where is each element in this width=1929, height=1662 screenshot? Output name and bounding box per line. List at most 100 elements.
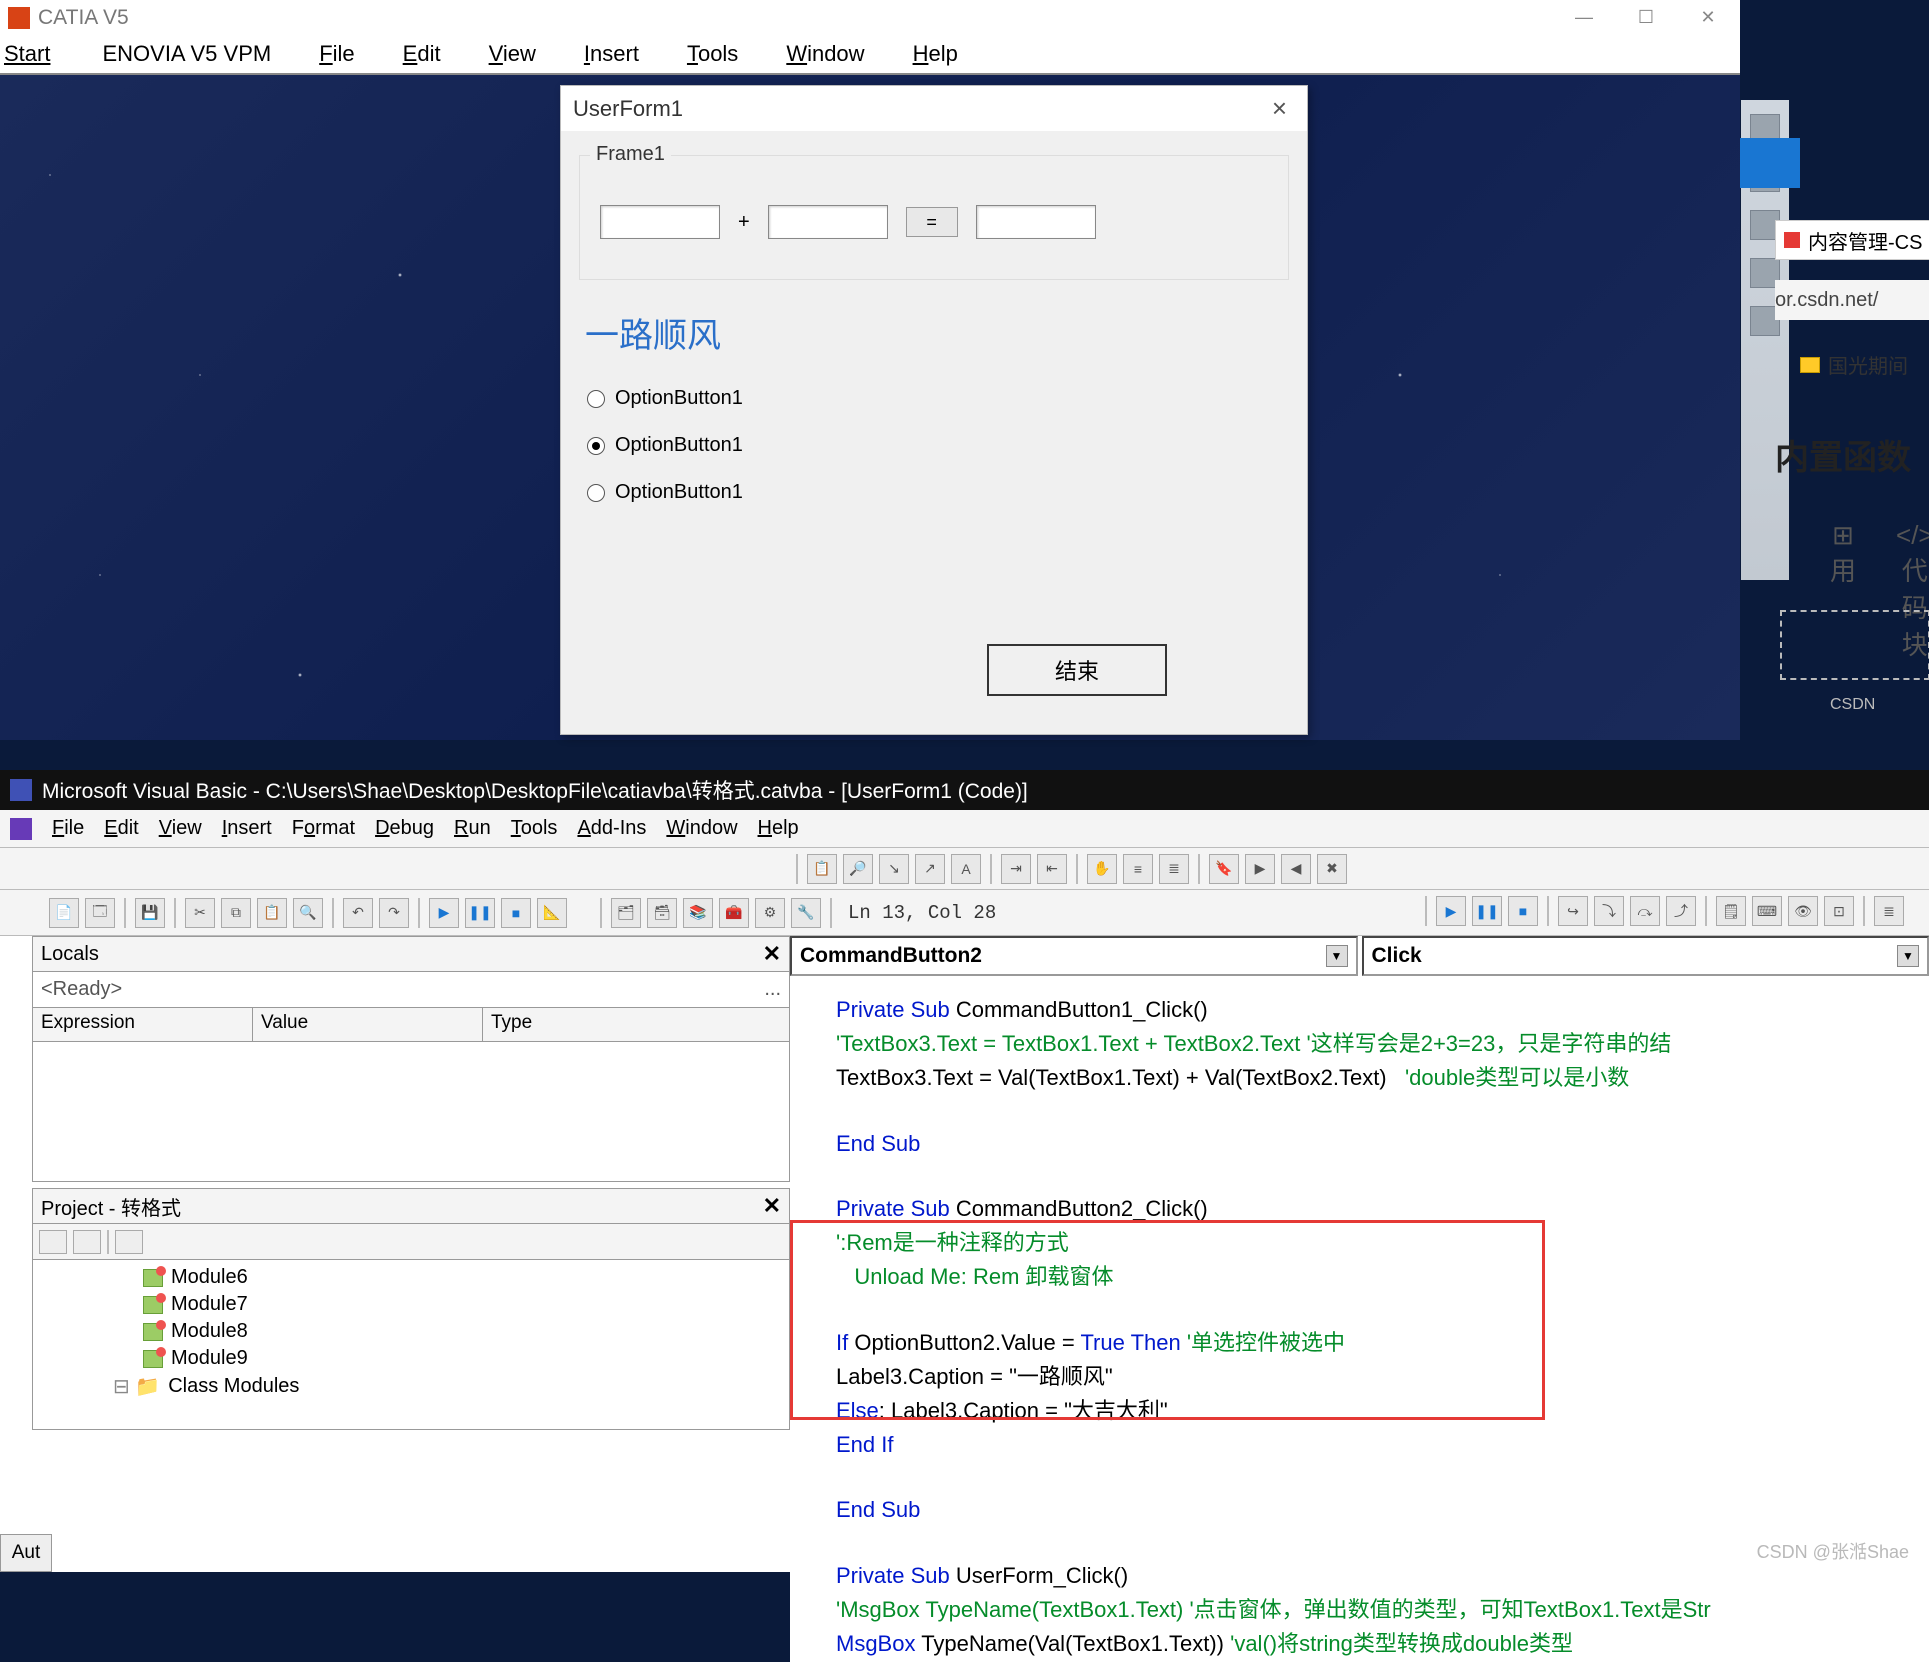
close-icon[interactable]: ×: [1264, 93, 1295, 124]
radio-icon[interactable]: [587, 484, 605, 502]
chevron-down-icon[interactable]: ▼: [1326, 945, 1348, 967]
stop-icon[interactable]: ■: [501, 898, 531, 928]
menu-view[interactable]: View: [465, 41, 560, 67]
radio-icon[interactable]: [587, 437, 605, 455]
project-explorer-icon[interactable]: 🗂: [611, 898, 641, 928]
object-browser-icon[interactable]: 📚: [683, 898, 713, 928]
optionbutton3-row[interactable]: OptionButton1: [579, 469, 1289, 516]
tool-icon[interactable]: ↪: [1558, 896, 1588, 926]
view-code-icon[interactable]: 📄: [49, 898, 79, 928]
view-code-icon[interactable]: [39, 1230, 67, 1254]
userform-titlebar[interactable]: UserForm1 ×: [561, 86, 1307, 131]
textbox3[interactable]: [976, 205, 1096, 239]
menu-file[interactable]: File: [295, 41, 378, 67]
vb-menu-tools[interactable]: Tools: [501, 817, 568, 840]
tree-module[interactable]: Module7: [33, 1291, 789, 1318]
close-button[interactable]: ✕: [1677, 0, 1739, 35]
tree-module[interactable]: Module8: [33, 1318, 789, 1345]
prev-bookmark-icon[interactable]: ◀: [1281, 854, 1311, 884]
close-icon[interactable]: ✕: [763, 1193, 781, 1219]
cut-icon[interactable]: ✂: [185, 898, 215, 928]
col-value[interactable]: Value: [253, 1008, 483, 1041]
ellipsis-button[interactable]: ...: [764, 978, 781, 1001]
tool-icon[interactable]: 🔧: [791, 898, 821, 928]
menu-start[interactable]: Start: [4, 41, 78, 67]
equals-button[interactable]: =: [906, 207, 958, 237]
vb-menu-file[interactable]: File: [42, 817, 94, 840]
menu-tools[interactable]: Tools: [663, 41, 762, 67]
menu-window[interactable]: Window: [762, 41, 888, 67]
chevron-down-icon[interactable]: ▼: [1897, 945, 1919, 967]
tree-module[interactable]: Module9: [33, 1345, 789, 1372]
outdent-icon[interactable]: ⇤: [1037, 854, 1067, 884]
watch-icon[interactable]: 👁: [1788, 896, 1818, 926]
vb-menu-insert[interactable]: Insert: [212, 817, 282, 840]
quick-watch-icon[interactable]: ⊡: [1824, 896, 1854, 926]
uncomment-icon[interactable]: ≣: [1159, 854, 1189, 884]
clear-bookmark-icon[interactable]: ✖: [1317, 854, 1347, 884]
list-properties-icon[interactable]: 📋: [807, 854, 837, 884]
vb-titlebar[interactable]: Microsoft Visual Basic - C:\Users\Shae\D…: [0, 770, 1929, 810]
save-icon[interactable]: 💾: [135, 898, 165, 928]
toolbox-icon[interactable]: 🧰: [719, 898, 749, 928]
locals-context[interactable]: <Ready> ...: [32, 972, 790, 1008]
design-mode-icon[interactable]: 📐: [537, 898, 567, 928]
step-over-icon[interactable]: ⤼: [1630, 896, 1660, 926]
menu-edit[interactable]: Edit: [379, 41, 465, 67]
properties-icon[interactable]: 🗃: [647, 898, 677, 928]
pause-icon[interactable]: ❚❚: [1472, 896, 1502, 926]
paste-icon[interactable]: 📋: [257, 898, 287, 928]
view-object-icon[interactable]: [73, 1230, 101, 1254]
bookmark-icon[interactable]: 🔖: [1209, 854, 1239, 884]
next-bookmark-icon[interactable]: ▶: [1245, 854, 1275, 884]
indent-icon[interactable]: ⇥: [1001, 854, 1031, 884]
minimize-button[interactable]: —: [1553, 0, 1615, 35]
callstack-icon[interactable]: ≣: [1874, 896, 1904, 926]
project-tree[interactable]: Module6 Module7 Module8 Module9 ⊟ 📁Class…: [32, 1260, 790, 1430]
step-into-icon[interactable]: ⤵: [1594, 896, 1624, 926]
toggle-folders-icon[interactable]: [115, 1230, 143, 1254]
step-out-icon[interactable]: ⤴: [1666, 896, 1696, 926]
tool-icon[interactable]: ⚙: [755, 898, 785, 928]
redo-icon[interactable]: ↷: [379, 898, 409, 928]
maximize-button[interactable]: ☐: [1615, 0, 1677, 35]
vb-menu-run[interactable]: Run: [444, 817, 501, 840]
copy-icon[interactable]: ⧉: [221, 898, 251, 928]
undo-icon[interactable]: ↶: [343, 898, 373, 928]
pause-icon[interactable]: ❚❚: [465, 898, 495, 928]
menu-enovia[interactable]: ENOVIA V5 VPM: [78, 41, 295, 67]
tool-icon[interactable]: 🔎: [843, 854, 873, 884]
find-icon[interactable]: 🔍: [293, 898, 323, 928]
textbox2[interactable]: [768, 205, 888, 239]
browser-tab[interactable]: 内容管理-CS: [1775, 220, 1929, 260]
radio-icon[interactable]: [587, 390, 605, 408]
tree-folder[interactable]: ⊟ 📁Class Modules: [33, 1372, 789, 1401]
immediate-icon[interactable]: ⌨: [1752, 896, 1782, 926]
procedure-combo[interactable]: Click▼: [1362, 936, 1929, 976]
locals-icon[interactable]: 🗒: [1716, 896, 1746, 926]
col-expression[interactable]: Expression: [33, 1008, 253, 1041]
vb-menu-help[interactable]: Help: [748, 817, 809, 840]
col-type[interactable]: Type: [483, 1008, 789, 1041]
end-button[interactable]: 结束: [987, 644, 1167, 696]
vb-menu-format[interactable]: Format: [282, 817, 365, 840]
breakpoint-icon[interactable]: ✋: [1087, 854, 1117, 884]
bookmark-folder[interactable]: 国光期间: [1800, 350, 1908, 379]
vb-menu-addins[interactable]: Add-Ins: [567, 817, 656, 840]
dropzone[interactable]: [1780, 610, 1929, 680]
comment-icon[interactable]: ≡: [1123, 854, 1153, 884]
tool-icon[interactable]: ↗: [915, 854, 945, 884]
aut-taskbar-button[interactable]: Aut: [0, 1534, 52, 1572]
textbox1[interactable]: [600, 205, 720, 239]
object-combo[interactable]: CommandButton2▼: [790, 936, 1358, 976]
close-icon[interactable]: ✕: [763, 941, 781, 967]
address-bar[interactable]: or.csdn.net/: [1775, 280, 1929, 320]
view-object-icon[interactable]: 🗔: [85, 898, 115, 928]
optionbutton2-row[interactable]: OptionButton1: [579, 422, 1289, 469]
vb-menu-edit[interactable]: Edit: [94, 817, 148, 840]
vb-menu-debug[interactable]: Debug: [365, 817, 444, 840]
tool-icon[interactable]: A: [951, 854, 981, 884]
stop-icon[interactable]: ■: [1508, 896, 1538, 926]
menu-help[interactable]: Help: [889, 41, 982, 67]
tool-icon[interactable]: ↘: [879, 854, 909, 884]
